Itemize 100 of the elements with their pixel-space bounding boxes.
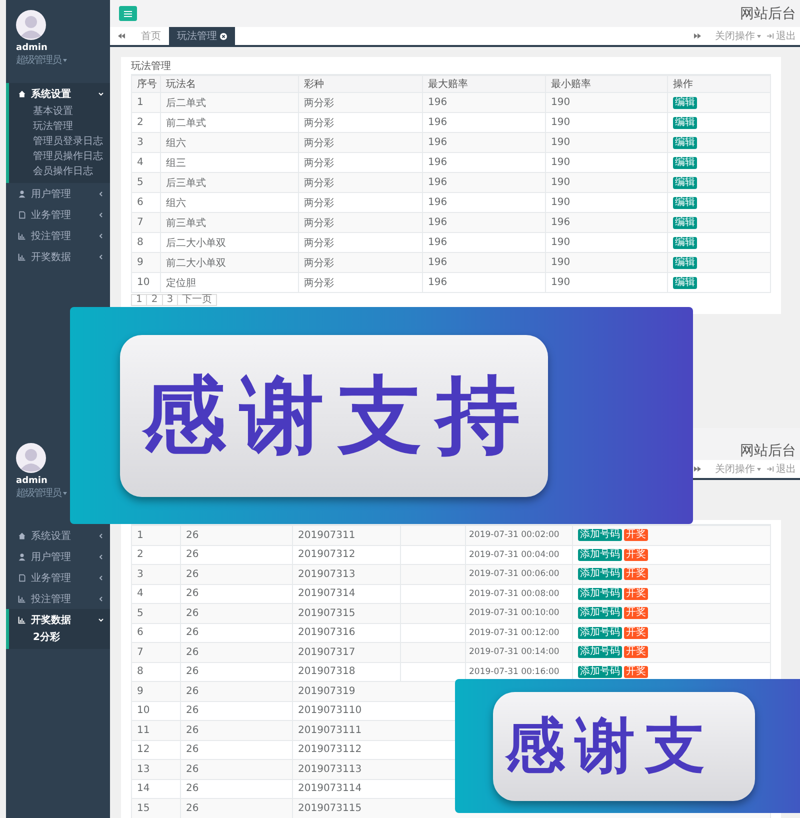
table-cell: 26 <box>180 760 292 778</box>
draw-button[interactable]: 开奖 <box>624 529 648 542</box>
draw-button[interactable]: 开奖 <box>624 626 648 639</box>
submenu-item[interactable]: 2分彩 <box>9 630 110 645</box>
logout-link[interactable]: 退出 <box>776 29 796 43</box>
submenu-item[interactable]: 基本设置 <box>9 104 110 119</box>
menu-item[interactable]: 开奖数据 <box>9 246 110 267</box>
bar-chart-icon <box>18 616 26 624</box>
table-cell-text: 4 <box>136 587 144 602</box>
menu-item[interactable]: 投注管理 <box>9 225 110 246</box>
chevron-left-icon <box>98 532 104 538</box>
add-number-button[interactable]: 添加号码 <box>578 588 622 600</box>
submenu-item[interactable]: 管理员登录日志 <box>9 134 110 149</box>
edit-button[interactable]: 编辑 <box>673 176 697 188</box>
logout-link[interactable]: 退出 <box>776 462 796 476</box>
tab[interactable]: 首页 <box>133 27 169 45</box>
table-cell-text: 5 <box>136 176 144 190</box>
close-actions-dropdown[interactable]: 关闭操作 <box>715 29 761 43</box>
site-title: 网站后台 <box>740 4 796 22</box>
edit-button[interactable]: 编辑 <box>673 156 697 168</box>
submenu-item[interactable]: 管理员操作日志 <box>9 149 110 164</box>
submenu-item[interactable]: 玩法管理 <box>9 119 110 134</box>
submenu-item[interactable]: 会员操作日志 <box>9 164 110 179</box>
table-cell: 2019073115 <box>292 799 400 818</box>
banner-text: 感谢支 <box>493 692 755 800</box>
table-cell: 201907311 <box>292 526 400 544</box>
user-role-dropdown[interactable]: 超级管理员 <box>16 53 67 67</box>
add-number-button[interactable]: 添加号码 <box>578 646 622 658</box>
table-cell-text: 4 <box>136 156 144 170</box>
caret-down-icon <box>63 58 67 62</box>
menu-item[interactable]: 投注管理 <box>9 588 110 609</box>
page-link[interactable]: 3 <box>162 294 178 306</box>
table-cell-text: 7 <box>136 216 144 230</box>
table-cell: 2019073113 <box>292 760 400 778</box>
edit-button[interactable]: 编辑 <box>673 256 697 268</box>
add-number-button[interactable]: 添加号码 <box>578 568 622 580</box>
edit-button[interactable]: 编辑 <box>673 136 697 148</box>
table-cell: 两分彩 <box>298 213 422 232</box>
page-link[interactable]: 2 <box>146 294 163 306</box>
table-cell-text: 10 <box>136 704 151 718</box>
draw-button[interactable]: 开奖 <box>624 607 648 620</box>
table-cell: 26 <box>180 682 292 700</box>
edit-button[interactable]: 编辑 <box>673 96 697 108</box>
draw-button[interactable]: 开奖 <box>624 568 648 580</box>
edit-button[interactable]: 编辑 <box>673 236 697 248</box>
table-cell: 前三单式 <box>160 213 298 232</box>
close-actions-dropdown[interactable]: 关闭操作 <box>715 462 761 476</box>
edit-button[interactable]: 编辑 <box>673 196 697 208</box>
chevron-left-icon <box>98 596 104 602</box>
edit-button[interactable]: 编辑 <box>673 276 697 288</box>
tab[interactable]: 玩法管理 <box>169 27 235 45</box>
menu-item[interactable]: 开奖数据 <box>9 609 110 630</box>
menu-toggle-button[interactable] <box>119 6 137 21</box>
add-number-button[interactable]: 添加号码 <box>578 529 622 542</box>
caret-down-icon <box>757 34 761 38</box>
add-number-button[interactable]: 添加号码 <box>578 626 622 639</box>
double-right-icon[interactable] <box>694 466 701 472</box>
table-cell-text: 7 <box>136 646 144 660</box>
table-cell: 两分彩 <box>298 253 422 272</box>
double-right-icon[interactable] <box>694 33 701 39</box>
user-role-dropdown[interactable]: 超级管理员 <box>16 486 67 500</box>
draw-button[interactable]: 开奖 <box>624 646 648 658</box>
table-cell-text: 12 <box>136 743 151 758</box>
logout-icon <box>767 466 774 472</box>
close-icon[interactable] <box>220 32 227 40</box>
chevron-left-icon <box>98 232 104 238</box>
logout-icon <box>767 33 774 39</box>
chevron-left-icon <box>98 554 104 560</box>
menu-item[interactable]: 系统设置 <box>9 525 110 546</box>
table-cell: 2019-07-31 00:02:00 <box>465 526 572 544</box>
table-cell-text: 2 <box>136 548 144 562</box>
table-cell-text: 14 <box>136 782 151 796</box>
add-number-button[interactable]: 添加号码 <box>578 666 622 678</box>
table-cell: 26 <box>180 526 292 544</box>
page-link[interactable]: 下一页 <box>177 294 218 306</box>
menu-item[interactable]: 系统设置 <box>9 83 110 104</box>
menu-item[interactable]: 业务管理 <box>9 567 110 588</box>
draw-button[interactable]: 开奖 <box>624 588 648 600</box>
bar-chart-icon <box>18 594 26 602</box>
table-cell-text: 3 <box>136 568 144 582</box>
column-header: 序号 <box>136 78 158 92</box>
avatar-icon <box>16 10 46 40</box>
chevron-left-icon <box>98 212 104 218</box>
draw-button[interactable]: 开奖 <box>624 548 648 561</box>
menu-item[interactable]: 用户管理 <box>9 183 110 204</box>
menu-item[interactable]: 用户管理 <box>9 546 110 567</box>
table-cell: 201907313 <box>292 565 400 584</box>
edit-button[interactable]: 编辑 <box>673 216 697 228</box>
avatar-icon <box>16 443 46 473</box>
table-cell: 组六 <box>160 133 298 152</box>
edit-button[interactable]: 编辑 <box>673 116 697 128</box>
double-left-icon[interactable] <box>118 33 125 39</box>
table-cell: 190 <box>545 273 667 292</box>
home-icon <box>18 532 26 540</box>
draw-button[interactable]: 开奖 <box>624 666 648 678</box>
page-link[interactable]: 1 <box>131 294 148 306</box>
table-cell: 后三单式 <box>160 173 298 192</box>
add-number-button[interactable]: 添加号码 <box>578 548 622 561</box>
add-number-button[interactable]: 添加号码 <box>578 607 622 620</box>
menu-item[interactable]: 业务管理 <box>9 204 110 225</box>
